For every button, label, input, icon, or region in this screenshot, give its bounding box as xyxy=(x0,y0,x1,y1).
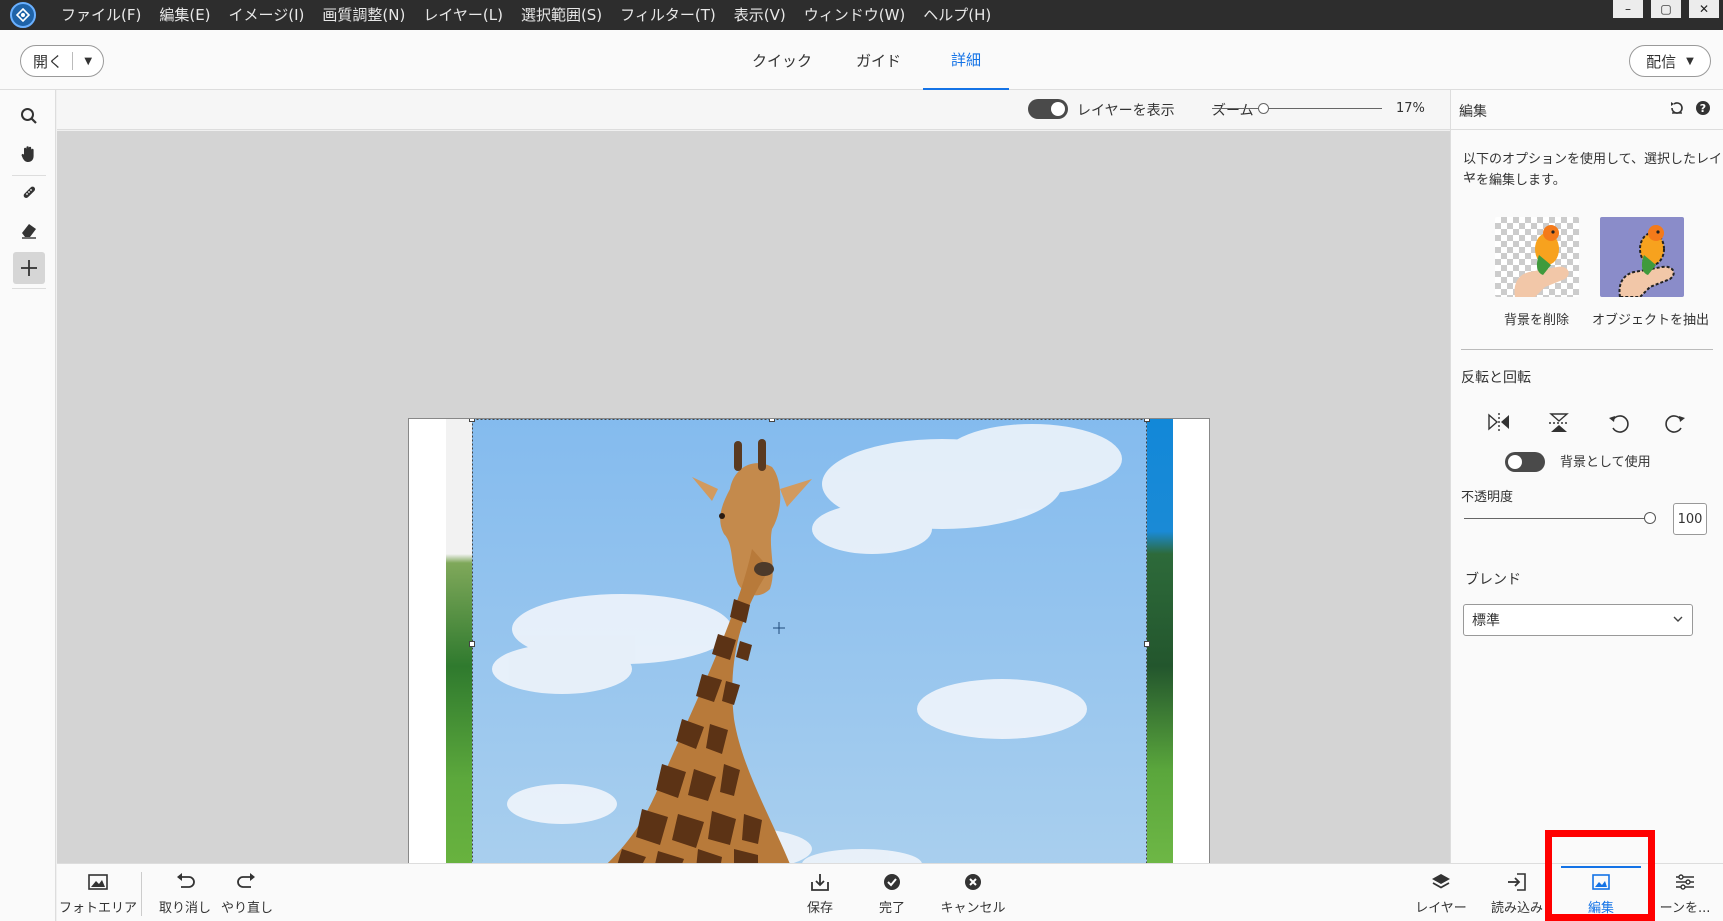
use-as-background-toggle[interactable] xyxy=(1505,452,1545,472)
adjustments-button[interactable]: ーンを... xyxy=(1653,864,1717,921)
opacity-slider-knob[interactable] xyxy=(1644,512,1656,524)
sliders-icon xyxy=(1673,871,1697,893)
panel-title: 編集 xyxy=(1459,104,1487,120)
menu-file[interactable]: ファイル(F) xyxy=(52,0,150,30)
layers-icon xyxy=(1429,871,1453,893)
remove-background-label: 背景を削除 xyxy=(1504,313,1570,328)
share-label: 配信 xyxy=(1646,52,1677,71)
undo-icon xyxy=(173,871,197,893)
remove-background-thumbnail[interactable] xyxy=(1495,217,1579,297)
done-label: 完了 xyxy=(878,900,905,916)
help-icon[interactable]: ? xyxy=(1695,100,1711,120)
check-circle-icon xyxy=(880,871,904,893)
menu-filter[interactable]: フィルター(T) xyxy=(611,0,725,30)
use-as-background-label: 背景として使用 xyxy=(1560,455,1651,470)
tab-quick[interactable]: クイック xyxy=(730,30,834,90)
zoom-label: ズーム xyxy=(1212,103,1254,119)
tool-bar xyxy=(0,90,56,921)
adjustments-label: ーンを... xyxy=(1659,900,1711,916)
app-logo xyxy=(8,0,38,30)
minimize-button[interactable]: – xyxy=(1613,0,1643,18)
edit-panel: 編集 ? 以下のオプションを使用して、選択したレイヤ ーを編集します。 背景を削… xyxy=(1450,90,1723,863)
opacity-label: 不透明度 xyxy=(1461,490,1514,505)
extract-object-label: オブジェクトを抽出 xyxy=(1592,313,1710,328)
undo-label: 取り消し xyxy=(158,900,211,916)
zoom-slider-knob[interactable] xyxy=(1258,103,1269,114)
menu-help[interactable]: ヘルプ(H) xyxy=(914,0,1000,30)
photo-bin-label: フォトエリア xyxy=(59,900,138,916)
flip-horizontal-icon[interactable] xyxy=(1487,412,1511,436)
open-label: 開く xyxy=(33,52,64,71)
restore-button[interactable]: ▢ xyxy=(1651,0,1681,18)
chevron-down-icon: ▼ xyxy=(1686,55,1694,67)
save-label: 保存 xyxy=(806,900,833,916)
edit-label: 編集 xyxy=(1587,900,1614,916)
menu-enhance[interactable]: 画質調整(N) xyxy=(313,0,414,30)
redo-icon xyxy=(235,871,259,893)
rotate-left-icon[interactable] xyxy=(1608,412,1630,438)
flip-rotate-label: 反転と回転 xyxy=(1461,370,1531,386)
import-icon xyxy=(1505,871,1529,893)
open-button[interactable]: 開く ▼ xyxy=(20,45,104,77)
mode-bar: 開く ▼ クイック ガイド 詳細 配信 ▼ xyxy=(0,30,1723,90)
chevron-down-icon[interactable]: ▼ xyxy=(73,56,103,67)
canvas-area[interactable] xyxy=(57,131,1450,868)
background-layer-right xyxy=(1147,419,1173,867)
cancel-circle-icon xyxy=(961,871,985,893)
blend-label: ブレンド xyxy=(1465,572,1521,588)
flip-vertical-icon[interactable] xyxy=(1548,412,1570,438)
show-layers-label: レイヤーを表示 xyxy=(1077,103,1175,119)
panel-description-2: ーを編集します。 xyxy=(1463,173,1566,188)
menu-bar: ファイル(F) 編集(E) イメージ(I) 画質調整(N) レイヤー(L) 選択… xyxy=(0,0,1723,30)
reset-icon[interactable] xyxy=(1669,100,1685,120)
zoom-slider[interactable] xyxy=(1212,108,1382,109)
layers-label: レイヤー xyxy=(1415,900,1467,916)
edit-panel-button[interactable]: 編集 xyxy=(1571,864,1631,921)
cancel-label: キャンセル xyxy=(940,900,1006,916)
done-button[interactable]: 完了 xyxy=(867,864,917,921)
menu-view[interactable]: 表示(V) xyxy=(725,0,795,30)
hand-icon[interactable] xyxy=(13,138,45,170)
menu-window[interactable]: ウィンドウ(W) xyxy=(795,0,915,30)
save-icon xyxy=(808,871,832,893)
photo-bin-button[interactable]: フォトエリア xyxy=(59,864,137,921)
blend-mode-select[interactable]: 標準 xyxy=(1463,604,1693,636)
opacity-slider[interactable] xyxy=(1464,518,1650,519)
show-layers-toggle[interactable] xyxy=(1028,99,1068,119)
import-button[interactable]: 読み込み xyxy=(1485,864,1549,921)
save-button[interactable]: 保存 xyxy=(795,864,845,921)
eraser-icon[interactable] xyxy=(13,214,45,246)
photo-bin-icon xyxy=(86,871,110,893)
image-edit-icon xyxy=(1589,871,1613,893)
layers-button[interactable]: レイヤー xyxy=(1411,864,1471,921)
menu-edit[interactable]: 編集(E) xyxy=(150,0,219,30)
giraffe-photo[interactable] xyxy=(472,419,1147,868)
undo-button[interactable]: 取り消し xyxy=(155,864,215,921)
zoom-value: 17% xyxy=(1396,101,1425,116)
opacity-input[interactable]: 100 xyxy=(1673,503,1707,535)
menu-image[interactable]: イメージ(I) xyxy=(220,0,314,30)
rotate-right-icon[interactable] xyxy=(1664,412,1686,438)
redo-label: やり直し xyxy=(220,900,273,916)
healing-brush-icon[interactable] xyxy=(13,176,45,208)
redo-button[interactable]: やり直し xyxy=(217,864,277,921)
zoom-tool-icon[interactable] xyxy=(13,100,45,132)
tab-guided[interactable]: ガイド xyxy=(834,30,923,90)
move-icon[interactable] xyxy=(13,252,45,284)
extract-object-thumbnail[interactable] xyxy=(1600,217,1684,297)
blend-mode-value: 標準 xyxy=(1472,613,1500,629)
bottom-bar: フォトエリア 取り消し やり直し 保存 完了 キャンセル レイヤー 読み込み 編… xyxy=(57,863,1723,921)
share-button[interactable]: 配信 ▼ xyxy=(1629,45,1711,77)
tab-expert[interactable]: 詳細 xyxy=(923,30,1010,90)
cancel-button[interactable]: キャンセル xyxy=(933,864,1013,921)
chevron-down-icon xyxy=(1672,613,1684,629)
svg-text:?: ? xyxy=(1700,102,1706,115)
close-button[interactable]: ✕ xyxy=(1689,0,1719,18)
import-label: 読み込み xyxy=(1490,900,1543,916)
menu-layer[interactable]: レイヤー(L) xyxy=(414,0,512,30)
menu-select[interactable]: 選択範囲(S) xyxy=(512,0,611,30)
document[interactable] xyxy=(408,418,1210,868)
